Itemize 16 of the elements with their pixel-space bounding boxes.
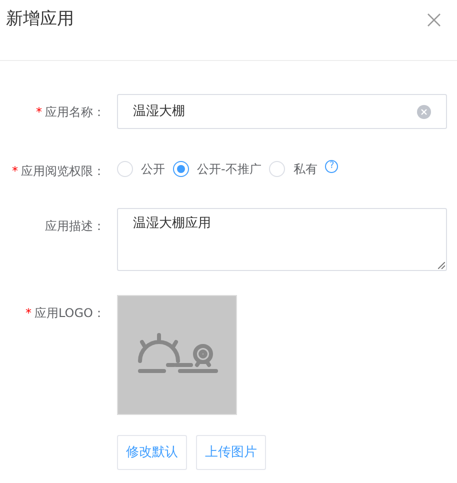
resize-grip-icon[interactable] — [438, 262, 445, 269]
required-mark: * — [26, 305, 32, 322]
clear-icon[interactable] — [417, 104, 431, 118]
radio-option[interactable]: 公开 — [117, 160, 165, 178]
field-label: 应用LOGO： — [34, 305, 105, 322]
radio-option[interactable]: 私有 — [269, 160, 318, 178]
field-label: 应用阅览权限： — [21, 163, 105, 180]
description-textarea[interactable]: 温湿大棚应用 — [117, 208, 447, 271]
required-mark: * — [12, 163, 18, 180]
close-icon[interactable] — [427, 13, 441, 27]
required-mark: * — [36, 104, 42, 121]
radio-option[interactable]: 公开-不推广 — [173, 160, 262, 178]
text-input[interactable]: 温湿大棚 — [117, 94, 447, 129]
dialog-title: 新增应用 — [6, 8, 74, 32]
field-label: 应用名称： — [45, 104, 105, 121]
field-label: 应用描述： — [45, 218, 105, 235]
